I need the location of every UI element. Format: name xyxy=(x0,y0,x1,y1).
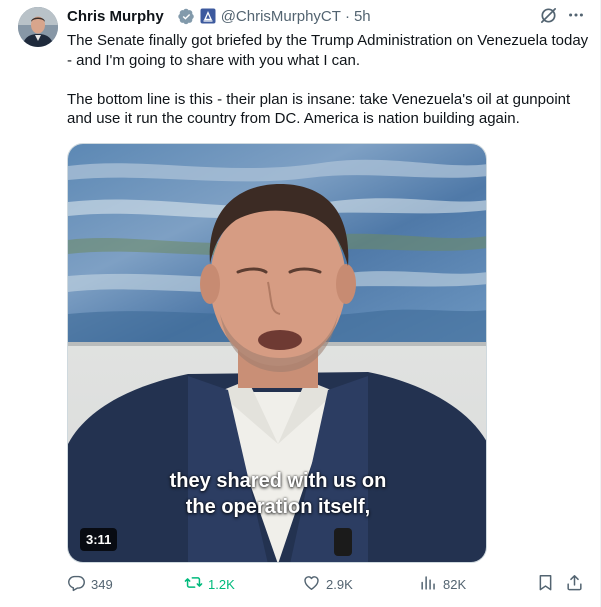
like-icon xyxy=(302,573,321,595)
author-name[interactable]: Chris Murphy xyxy=(67,8,164,25)
share-button[interactable] xyxy=(565,572,584,596)
caption-line-2: the operation itself, xyxy=(185,496,371,518)
bookmark-button[interactable] xyxy=(536,572,555,596)
more-icon[interactable] xyxy=(566,5,586,25)
header-separator: · xyxy=(344,7,350,25)
reply-icon xyxy=(67,573,86,595)
tweet-text: The Senate finally got briefed by the Tr… xyxy=(67,31,592,129)
avatar[interactable] xyxy=(18,7,58,47)
avatar-image xyxy=(18,7,58,47)
reply-count: 349 xyxy=(91,576,113,592)
caption-line-1: they shared with us on xyxy=(169,470,387,492)
tweet-header: Chris Murphy @ChrisMurphyCT · 5h xyxy=(67,6,371,26)
action-bar: 349 1.2K 2.9K 82K xyxy=(67,572,592,596)
video-player[interactable]: they shared with us on the operation its… xyxy=(67,143,487,563)
tweet[interactable]: Chris Murphy @ChrisMurphyCT · 5h The Sen… xyxy=(0,0,601,607)
like-button[interactable]: 2.9K xyxy=(302,572,353,596)
views-button[interactable]: 82K xyxy=(419,572,466,596)
retweet-button[interactable]: 1.2K xyxy=(184,572,235,596)
reply-button[interactable]: 349 xyxy=(67,572,113,596)
government-affiliation-icon[interactable] xyxy=(200,8,216,24)
retweet-icon xyxy=(184,573,203,595)
verified-badge-icon[interactable] xyxy=(177,8,195,25)
tweet-paragraph-1: The Senate finally got briefed by the Tr… xyxy=(67,32,589,69)
post-time[interactable]: 5h xyxy=(354,8,371,25)
tweet-paragraph-2: The bottom line is this - their plan is … xyxy=(67,90,571,128)
views-icon xyxy=(419,573,438,595)
grok-icon[interactable] xyxy=(539,6,558,25)
like-count: 2.9K xyxy=(326,576,353,592)
bookmark-icon xyxy=(536,573,555,595)
retweet-count: 1.2K xyxy=(208,576,235,592)
video-duration: 3:11 xyxy=(80,528,118,551)
video-caption: they shared with us on the operation its… xyxy=(68,468,486,520)
share-icon xyxy=(565,573,584,595)
author-handle[interactable]: @ChrisMurphyCT xyxy=(221,8,341,25)
views-count: 82K xyxy=(443,576,467,592)
